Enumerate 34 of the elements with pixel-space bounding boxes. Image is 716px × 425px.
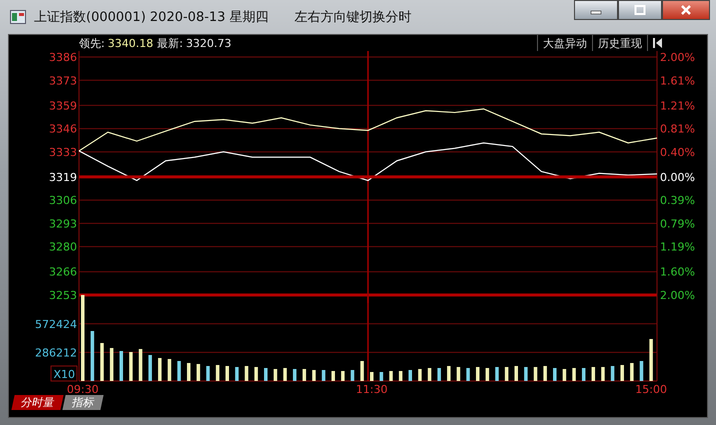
price-axis-label: 3386 bbox=[49, 51, 77, 64]
price-axis-label: 3346 bbox=[49, 122, 77, 136]
quote-value: 3320.73 bbox=[186, 36, 232, 50]
percent-axis-label: 1.21% bbox=[660, 99, 695, 112]
quote-value: 3340.18 bbox=[108, 36, 154, 50]
price-axis-label: 3306 bbox=[49, 194, 77, 208]
percent-axis-label: 0.39% bbox=[660, 194, 695, 208]
price-axis-label: 3266 bbox=[49, 266, 77, 279]
price-axis-label: 3253 bbox=[49, 289, 77, 302]
unit-label: X10 bbox=[50, 366, 78, 382]
price-axis-label: 3373 bbox=[49, 74, 77, 88]
volume-axis-label: 286212 bbox=[35, 346, 77, 360]
percent-axis-label: 2.00% bbox=[660, 289, 695, 302]
percent-axis-label: 1.19% bbox=[660, 240, 695, 254]
price-axis-label: 3359 bbox=[49, 99, 77, 112]
window-title: 上证指数(000001) 2020-08-13 星期四 bbox=[34, 9, 269, 26]
percent-axis-label: 2.00% bbox=[660, 51, 695, 64]
percent-axis-label: 0.79% bbox=[660, 217, 695, 230]
percent-axis-label: 1.60% bbox=[660, 266, 695, 279]
window-hint: 左右方向键切换分时 bbox=[294, 9, 412, 26]
percent-axis-label: 0.40% bbox=[660, 146, 695, 159]
time-axis-label: 15:00 bbox=[635, 383, 667, 395]
time-axis-label: 09:30 bbox=[66, 383, 99, 395]
quote-label: 领先: bbox=[79, 36, 105, 50]
quote-label: 最新: bbox=[157, 36, 183, 50]
price-axis-label: 3319 bbox=[49, 170, 77, 184]
volume-axis-label: 572424 bbox=[35, 318, 77, 331]
price-axis-label: 3293 bbox=[49, 217, 77, 230]
percent-axis-label: 1.61% bbox=[660, 74, 695, 88]
percent-axis-label: 0.81% bbox=[660, 122, 695, 136]
price-axis-label: 3333 bbox=[49, 146, 77, 159]
percent-axis-label: 0.00% bbox=[660, 170, 695, 184]
time-axis-label: 11:30 bbox=[356, 383, 388, 395]
price-axis-label: 3280 bbox=[49, 240, 77, 254]
